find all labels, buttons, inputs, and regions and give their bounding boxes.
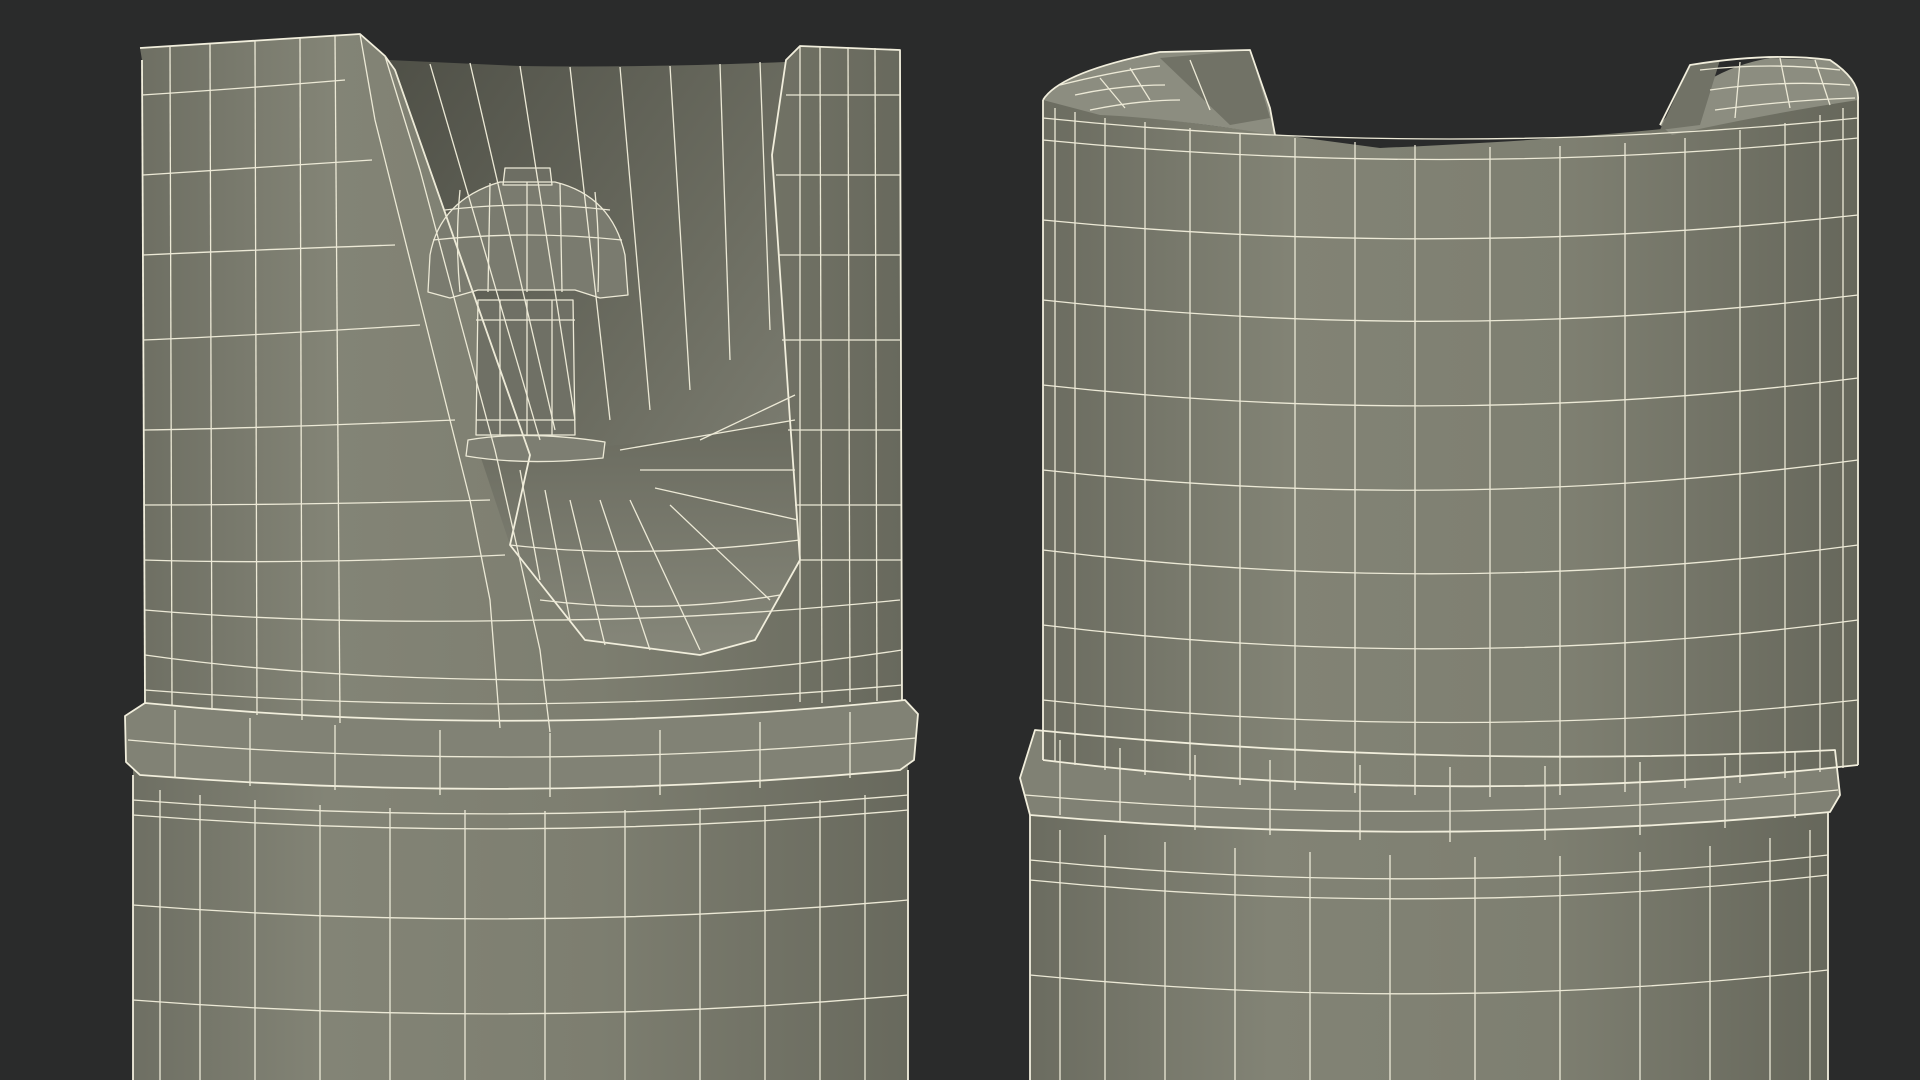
cutaway-cap-model[interactable] <box>124 33 919 1080</box>
lower-body <box>1030 800 1828 1080</box>
wireframe-render <box>124 33 1859 1080</box>
3d-viewport[interactable] <box>0 0 1920 1080</box>
main-cylinder <box>1043 93 1858 787</box>
closed-cap-model[interactable] <box>1019 49 1859 1080</box>
